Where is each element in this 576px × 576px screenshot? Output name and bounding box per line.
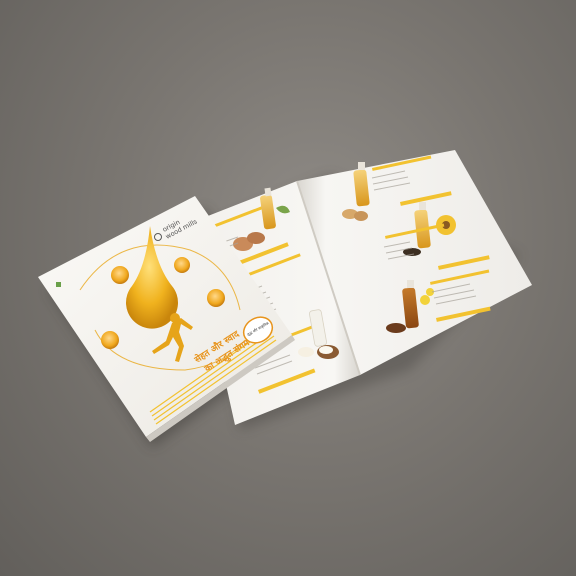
product-mockup-scene: origin wood mills सेहत और स्वाद का अद्भु… xyxy=(0,0,576,576)
veg-mark-icon xyxy=(56,282,61,287)
nutrient-orb xyxy=(111,266,129,284)
nutrient-orb xyxy=(207,289,225,307)
brochure-illustration: origin wood mills सेहत और स्वाद का अद्भु… xyxy=(38,150,532,448)
nutrient-orb xyxy=(101,331,119,349)
nutrient-orb xyxy=(174,257,190,273)
